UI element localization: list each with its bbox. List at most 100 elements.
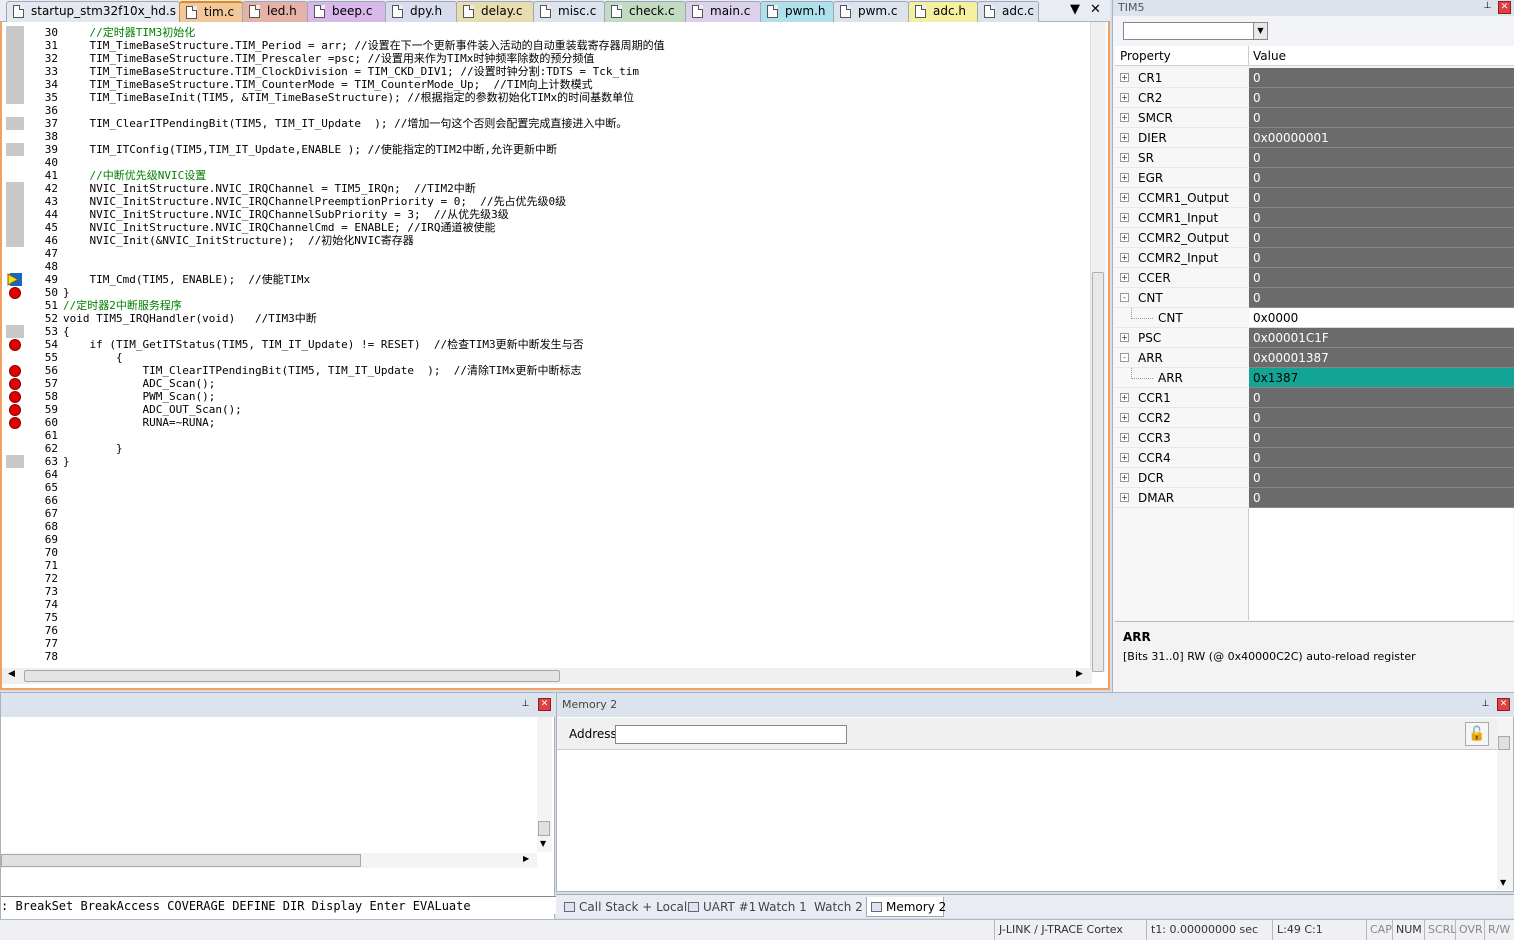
code-line[interactable]: 31 TIM_TimeBaseStructure.TIM_Period = ar… [2,39,1087,52]
register-value[interactable]: 0x00001387 [1249,348,1514,368]
scroll-down-arrow-icon[interactable]: ▼ [1500,878,1506,887]
register-row-ccr2[interactable]: CCR2 +0 [1115,408,1514,428]
code-line[interactable]: 58 PWM_Scan(); [2,390,1087,403]
code-line[interactable]: 74 [2,598,1087,611]
tab-8[interactable]: main.c [685,1,761,22]
bottom-tab-3[interactable]: Watch 2 [810,897,864,917]
command-vertical-scrollbar[interactable]: ▼ [537,717,552,852]
code-line[interactable]: 30 //定时器TIM3初始化 [2,26,1087,39]
peripheral-selector[interactable]: ▼ [1123,22,1268,40]
code-line[interactable]: 53 { [2,325,1087,338]
code-line[interactable]: 62 } [2,442,1087,455]
expand-icon[interactable]: + [1120,393,1129,402]
code-line[interactable]: 67 [2,507,1087,520]
code-line[interactable]: 37 TIM_ClearITPendingBit(TIM5, TIM_IT_Up… [2,117,1087,130]
register-value[interactable]: 0 [1249,288,1514,308]
tab-11[interactable]: adc.h [908,1,978,22]
register-row-sr[interactable]: SR +0 [1115,148,1514,168]
address-input[interactable] [615,725,847,744]
tab-2[interactable]: led.h [242,1,308,22]
expand-icon[interactable]: + [1120,133,1129,142]
scroll-left-arrow-icon[interactable]: ◀ [8,669,15,679]
bottom-tab-2[interactable]: Watch 1 [754,897,808,917]
bottom-tab-0[interactable]: Call Stack + Locals [560,897,693,917]
register-value[interactable]: 0x00000001 [1249,128,1514,148]
tab-9[interactable]: pwm.h [760,1,834,22]
register-value[interactable]: 0x0000 [1249,308,1514,328]
collapse-icon[interactable]: - [1120,353,1129,362]
code-line[interactable]: 44 NVIC_InitStructure.NVIC_IRQChannelSub… [2,208,1087,221]
collapse-icon[interactable]: - [1120,293,1129,302]
code-line[interactable]: 75 [2,611,1087,624]
breakpoint-icon[interactable] [9,417,21,429]
register-row-dcr[interactable]: DCR +0 [1115,468,1514,488]
register-value[interactable]: 0 [1249,488,1514,508]
code-line[interactable]: 34 TIM_TimeBaseStructure.TIM_CounterMode… [2,78,1087,91]
register-row-cnt[interactable]: CNT 0x0000 [1115,308,1514,328]
tab-1[interactable]: tim.c [179,1,243,22]
code-line[interactable]: 33 TIM_TimeBaseStructure.TIM_ClockDivisi… [2,65,1087,78]
register-row-ccmr1_output[interactable]: CCMR1_Output +0 [1115,188,1514,208]
code-line[interactable]: 47 [2,247,1087,260]
register-value[interactable]: 0 [1249,108,1514,128]
code-editor[interactable]: 30 //定时器TIM3初始化 31 TIM_TimeBaseStructure.… [0,22,1110,690]
register-row-dier[interactable]: DIER +0x00000001 [1115,128,1514,148]
tab-12[interactable]: adc.c [977,1,1039,22]
register-value[interactable]: 0x00001C1F [1249,328,1514,348]
register-value[interactable]: 0 [1249,388,1514,408]
register-value[interactable]: 0 [1249,228,1514,248]
code-line[interactable]: 73 [2,585,1087,598]
expand-icon[interactable]: + [1120,333,1129,342]
code-line[interactable]: 77 [2,637,1087,650]
code-line[interactable]: 35 TIM_TimeBaseInit(TIM5, &TIM_TimeBaseS… [2,91,1087,104]
expand-icon[interactable]: + [1120,413,1129,422]
code-line[interactable]: 64 [2,468,1087,481]
breakpoint-icon[interactable] [9,404,21,416]
code-line[interactable]: 55 { [2,351,1087,364]
code-line[interactable]: 48 [2,260,1087,273]
command-horizontal-scroll-thumb[interactable] [1,854,361,867]
tab-5[interactable]: delay.c [456,1,534,22]
register-row-cr2[interactable]: CR2 +0 [1115,88,1514,108]
code-line[interactable]: 60 RUNA=~RUNA; [2,416,1087,429]
command-horizontal-scrollbar[interactable]: ▶ [1,853,537,868]
close-tab-icon[interactable]: ✕ [1090,0,1101,20]
code-line[interactable]: 59 ADC_OUT_Scan(); [2,403,1087,416]
register-row-psc[interactable]: PSC +0x00001C1F [1115,328,1514,348]
register-row-egr[interactable]: EGR +0 [1115,168,1514,188]
code-line[interactable]: 41 //中断优先级NVIC设置 [2,169,1087,182]
code-line[interactable]: 49 TIM_Cmd(TIM5, ENABLE); //使能TIMx [2,273,1087,286]
expand-icon[interactable]: + [1120,493,1129,502]
register-row-smcr[interactable]: SMCR +0 [1115,108,1514,128]
code-line[interactable]: 70 [2,546,1087,559]
expand-icon[interactable]: + [1120,473,1129,482]
code-line[interactable]: 66 [2,494,1087,507]
column-divider[interactable] [1248,46,1249,66]
register-value[interactable]: 0x1387 [1249,368,1514,388]
register-row-ccr4[interactable]: CCR4 +0 [1115,448,1514,468]
expand-icon[interactable]: + [1120,233,1129,242]
register-row-ccr1[interactable]: CCR1 +0 [1115,388,1514,408]
register-value[interactable]: 0 [1249,148,1514,168]
code-line[interactable]: 76 [2,624,1087,637]
register-row-ccmr2_output[interactable]: CCMR2_Output +0 [1115,228,1514,248]
scroll-down-arrow-icon[interactable]: ▼ [540,839,546,848]
code-line[interactable]: 56 TIM_ClearITPendingBit(TIM5, TIM_IT_Up… [2,364,1087,377]
code-line[interactable]: 38 [2,130,1087,143]
breakpoint-icon[interactable] [9,287,21,299]
register-row-cr1[interactable]: CR1 +0 [1115,68,1514,88]
register-value[interactable]: 0 [1249,408,1514,428]
code-line[interactable]: 36 [2,104,1087,117]
register-row-arr[interactable]: ARR -0x00001387 [1115,348,1514,368]
code-line[interactable]: 54 if (TIM_GetITStatus(TIM5, TIM_IT_Upda… [2,338,1087,351]
lock-icon[interactable]: 🔓 [1465,722,1489,746]
register-value[interactable]: 0 [1249,428,1514,448]
register-row-ccmr1_input[interactable]: CCMR1_Input +0 [1115,208,1514,228]
expand-icon[interactable]: + [1120,73,1129,82]
memory-vertical-scroll-thumb[interactable] [1498,736,1510,750]
breakpoint-icon[interactable] [9,365,21,377]
code-line[interactable]: 39 TIM_ITConfig(TIM5,TIM_IT_Update,ENABL… [2,143,1087,156]
pin-icon[interactable]: ⊥ [1479,699,1492,712]
memory-vertical-scrollbar[interactable]: ▼ [1497,718,1513,890]
register-value[interactable]: 0 [1249,468,1514,488]
